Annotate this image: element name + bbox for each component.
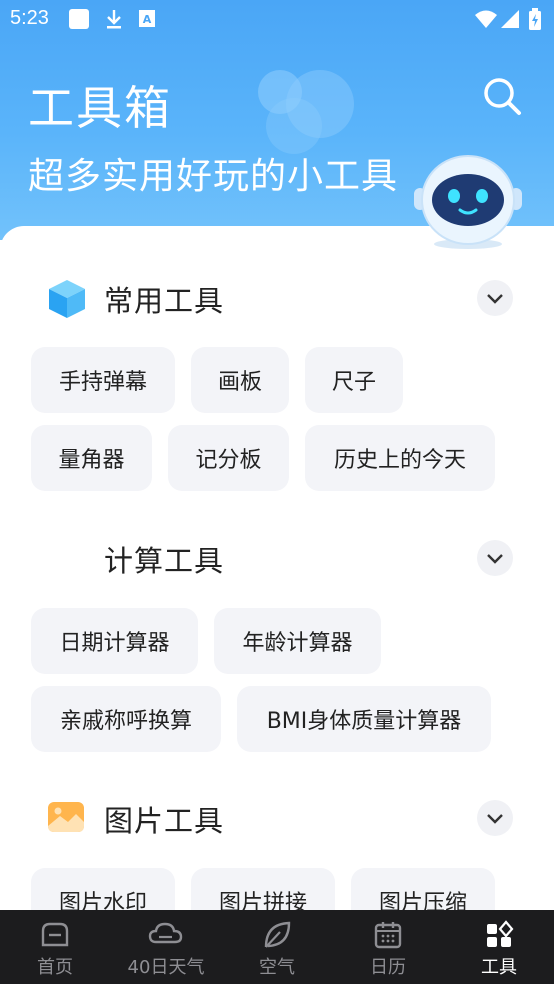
chevron-down-icon <box>487 814 503 824</box>
leaf-icon <box>262 920 292 954</box>
home-icon <box>40 920 70 952</box>
tool-chip[interactable]: 日期计算器 <box>31 608 198 674</box>
nav-item-air[interactable]: 空气 <box>222 910 332 984</box>
collapse-button[interactable] <box>477 800 513 836</box>
nav-label: 40日天气 <box>127 957 205 978</box>
tool-chip[interactable]: 尺子 <box>305 347 403 413</box>
nav-item-calendar[interactable]: 日历 <box>333 910 443 984</box>
page-subtitle: 超多实用好玩的小工具 <box>28 156 399 197</box>
status-bar: 5:23 A <box>0 0 554 38</box>
bottom-nav: 首页 40日天气 空气 日历 工具 <box>0 910 554 984</box>
wifi-icon <box>474 8 498 34</box>
tool-chip[interactable]: 亲戚称呼换算 <box>31 686 221 752</box>
chevron-down-icon <box>487 294 503 304</box>
nav-item-40day-weather[interactable]: 40日天气 <box>111 910 221 984</box>
tool-chip[interactable]: 图片压缩 <box>351 868 495 910</box>
section-title: 计算工具 <box>104 544 225 578</box>
tool-chip[interactable]: 图片拼接 <box>191 868 335 910</box>
nav-item-tools[interactable]: 工具 <box>444 910 554 984</box>
tool-chip[interactable]: 量角器 <box>31 425 152 491</box>
section-title: 图片工具 <box>104 804 225 838</box>
tools-grid-icon <box>484 920 514 954</box>
nav-item-home[interactable]: 首页 <box>0 910 110 984</box>
app-notification-icon: A <box>138 8 156 34</box>
status-time: 5:23 <box>10 7 49 29</box>
calendar-icon <box>373 920 403 954</box>
collapse-button[interactable] <box>477 540 513 576</box>
tool-chip[interactable]: 图片水印 <box>31 868 175 910</box>
cloud-icon <box>148 920 184 952</box>
nav-label: 工具 <box>481 957 517 978</box>
tool-chip[interactable]: BMI身体质量计算器 <box>237 686 491 752</box>
battery-icon <box>528 8 542 36</box>
download-icon <box>104 8 124 34</box>
notification-square-icon <box>68 8 90 34</box>
cloud-decoration <box>254 66 374 160</box>
nav-label: 日历 <box>370 957 406 978</box>
signal-icon <box>500 8 520 34</box>
tool-chip[interactable]: 手持弹幕 <box>31 347 175 413</box>
content-area: 常用工具 手持弹幕 画板 尺子 量角器 记分板 历史上的今天 计算工具 日期计算… <box>0 226 554 910</box>
tool-chip[interactable]: 年龄计算器 <box>214 608 381 674</box>
image-icon <box>46 800 88 840</box>
tool-chip[interactable]: 记分板 <box>168 425 289 491</box>
cube-icon <box>46 278 88 324</box>
collapse-button[interactable] <box>477 280 513 316</box>
tool-chip[interactable]: 画板 <box>191 347 289 413</box>
svg-text:A: A <box>143 13 152 26</box>
section-title: 常用工具 <box>104 284 225 318</box>
chevron-down-icon <box>487 554 503 564</box>
search-button[interactable] <box>482 76 522 116</box>
nav-label: 首页 <box>37 957 73 978</box>
page-title: 工具箱 <box>28 81 172 135</box>
tool-chip[interactable]: 历史上的今天 <box>305 425 495 491</box>
search-icon <box>484 78 521 115</box>
nav-label: 空气 <box>259 957 295 978</box>
robot-mascot <box>408 150 528 250</box>
